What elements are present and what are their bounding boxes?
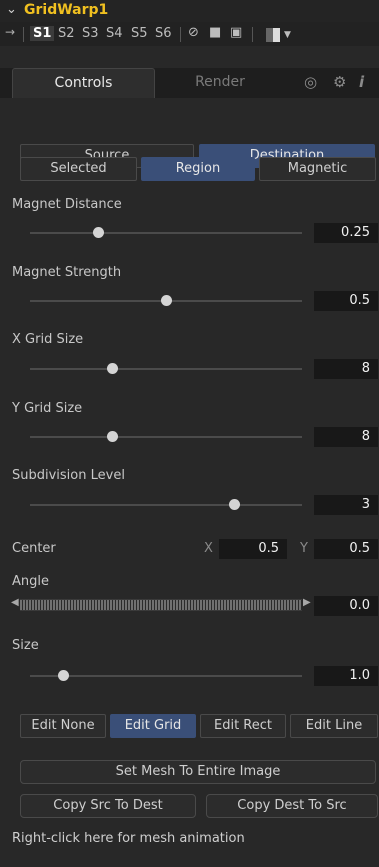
copy-src-to-dest-button[interactable]: Copy Src To Dest: [20, 794, 196, 818]
copy-dest-to-src-button[interactable]: Copy Dest To Src: [206, 794, 378, 818]
divider: [180, 27, 181, 42]
dropdown-icon[interactable]: ▼: [284, 30, 291, 40]
center-label: Center: [12, 541, 56, 556]
tab-controls[interactable]: Controls: [12, 68, 155, 98]
magnet-strength-knob[interactable]: [161, 295, 172, 306]
slot-s5[interactable]: S5: [131, 26, 148, 41]
center-y-value[interactable]: 0.5: [314, 539, 378, 559]
mesh-animation-hint[interactable]: Right-click here for mesh animation: [12, 831, 245, 846]
x-grid-size-slider[interactable]: [30, 368, 302, 370]
y-grid-size-slider[interactable]: [30, 436, 302, 438]
slot-s6[interactable]: S6: [155, 26, 172, 41]
x-grid-size-label: X Grid Size: [12, 332, 84, 347]
y-grid-size-label: Y Grid Size: [12, 401, 83, 416]
edit-line-button[interactable]: Edit Line: [290, 714, 378, 738]
center-y-label: Y: [300, 541, 308, 556]
node-title: GridWarp1: [24, 2, 109, 18]
center-x-label: X: [204, 541, 213, 556]
center-x-value[interactable]: 0.5: [219, 539, 287, 559]
region-button[interactable]: Region: [141, 157, 255, 181]
chevron-down-icon[interactable]: ⌄: [6, 2, 17, 17]
y-grid-size-knob[interactable]: [106, 431, 118, 442]
save-icon[interactable]: ▣: [230, 25, 242, 40]
size-knob[interactable]: [57, 670, 69, 681]
subdivision-level-label: Subdivision Level: [12, 468, 125, 483]
size-value[interactable]: 1.0: [314, 666, 378, 686]
edit-none-button[interactable]: Edit None: [20, 714, 106, 738]
magnet-distance-slider[interactable]: [30, 232, 302, 234]
arrow-left-icon[interactable]: ◀: [11, 597, 19, 608]
modifier-icon[interactable]: ◎: [304, 73, 317, 91]
slot-s3[interactable]: S3: [82, 26, 99, 41]
arrow-right-icon[interactable]: ▶: [303, 597, 311, 608]
angle-thumbwheel[interactable]: [20, 599, 302, 611]
x-grid-size-value[interactable]: 8: [314, 359, 378, 379]
magnet-distance-knob[interactable]: [93, 227, 104, 238]
info-icon[interactable]: i: [359, 73, 364, 91]
pin-icon[interactable]: →: [5, 25, 15, 39]
x-grid-size-knob[interactable]: [106, 363, 118, 374]
set-mesh-button[interactable]: Set Mesh To Entire Image: [20, 760, 376, 784]
color-swatch-icon[interactable]: [266, 28, 280, 42]
magnet-distance-label: Magnet Distance: [12, 197, 122, 212]
divider: [23, 27, 24, 42]
subdivision-level-slider[interactable]: [30, 504, 302, 506]
size-slider[interactable]: [30, 675, 302, 677]
slot-s2[interactable]: S2: [58, 26, 75, 41]
divider: [252, 27, 253, 42]
slot-s1[interactable]: S1: [30, 26, 55, 41]
subdivision-level-value[interactable]: 3: [314, 495, 378, 515]
tab-render[interactable]: Render: [160, 68, 280, 98]
magnet-strength-label: Magnet Strength: [12, 265, 122, 280]
angle-value[interactable]: 0.0: [314, 596, 378, 616]
magnetic-button[interactable]: Magnetic: [259, 157, 376, 181]
angle-label: Angle: [12, 574, 49, 589]
magnet-distance-value[interactable]: 0.25: [314, 223, 378, 243]
settings-gear-icon[interactable]: ⚙: [333, 73, 346, 91]
edit-rect-button[interactable]: Edit Rect: [200, 714, 286, 738]
magnet-strength-value[interactable]: 0.5: [314, 291, 378, 311]
y-grid-size-value[interactable]: 8: [314, 427, 378, 447]
subdivision-level-knob[interactable]: [229, 499, 240, 510]
slot-s4[interactable]: S4: [106, 26, 123, 41]
disable-icon[interactable]: ⊘: [188, 25, 199, 40]
lock-icon[interactable]: ■: [209, 25, 221, 40]
selected-button[interactable]: Selected: [20, 157, 137, 181]
size-label: Size: [12, 638, 39, 653]
edit-grid-button[interactable]: Edit Grid: [110, 714, 196, 738]
